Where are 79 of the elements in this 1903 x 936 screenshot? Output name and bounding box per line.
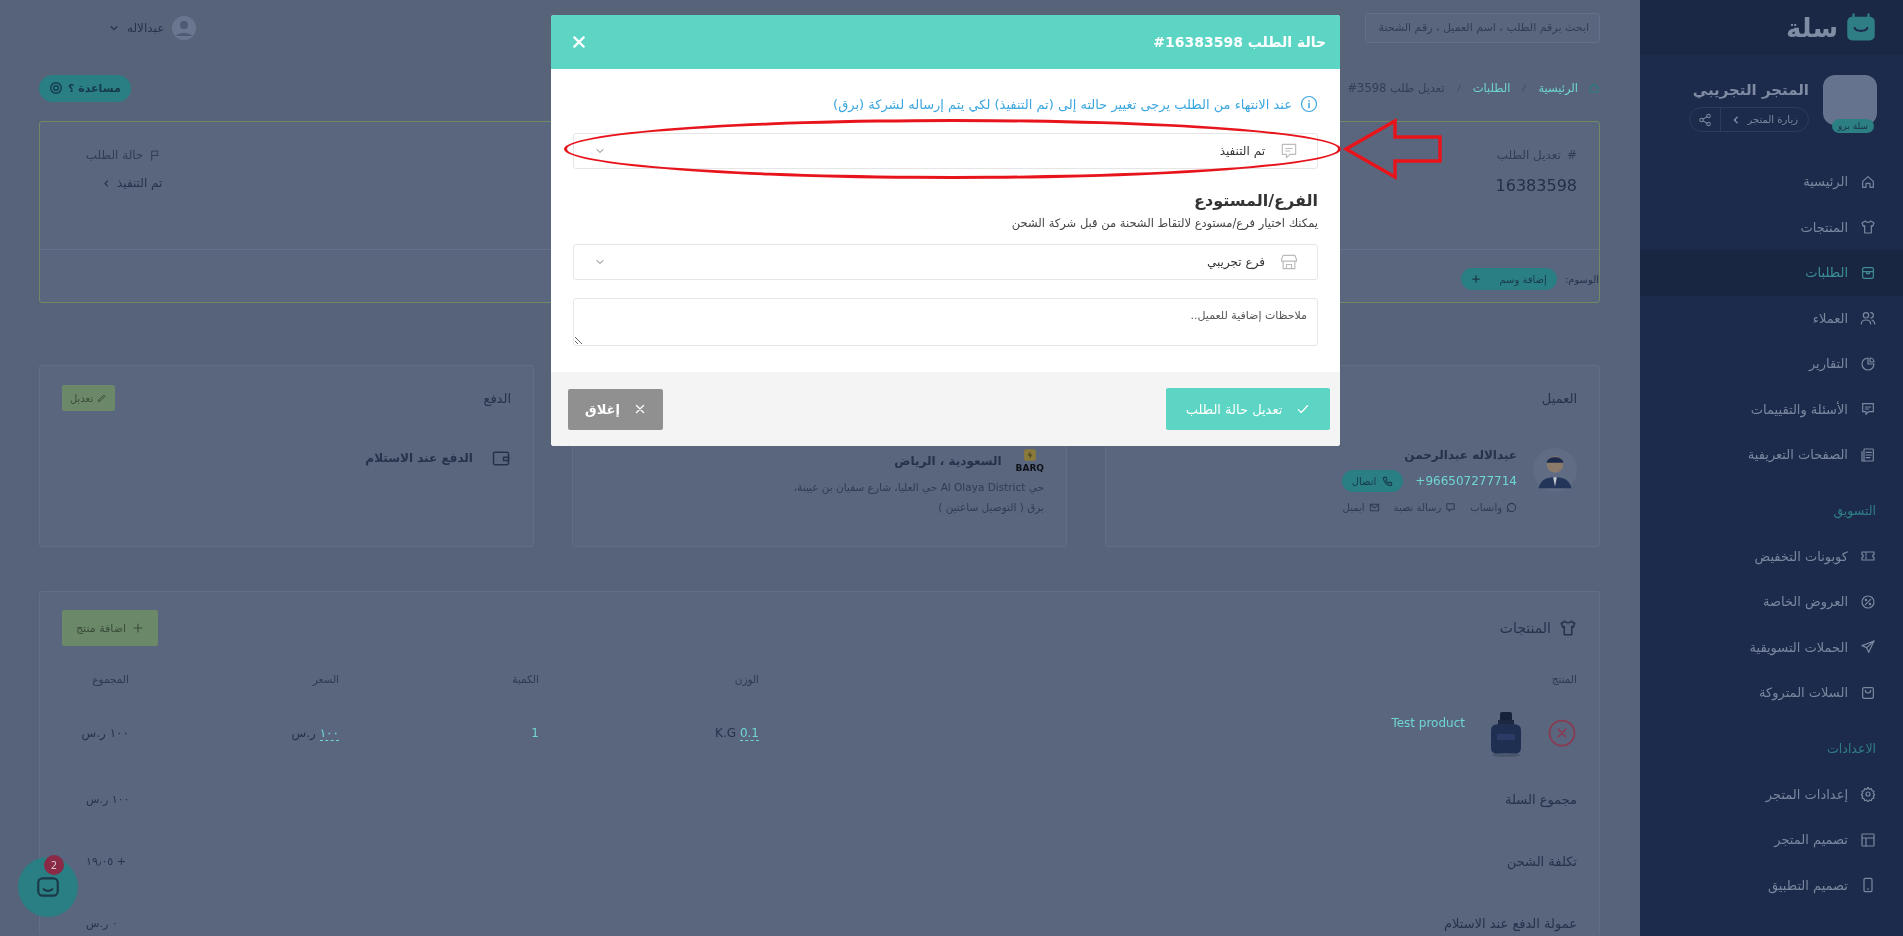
shirt-icon	[1860, 219, 1876, 236]
shirt-icon	[1559, 619, 1577, 637]
edit-button[interactable]: تعديل	[62, 385, 116, 411]
nav-item[interactable]: تصميم المتجر	[1640, 817, 1903, 863]
wallet-icon	[491, 448, 511, 468]
pencil-icon	[97, 393, 108, 403]
phone-link[interactable]: +966507277714	[1415, 474, 1517, 488]
close-icon	[633, 403, 646, 415]
discount-icon	[1860, 593, 1876, 610]
store-icon	[1279, 252, 1299, 272]
quantity-value[interactable]: 1	[531, 726, 539, 740]
nav-item[interactable]: السلات المتروكة	[1640, 670, 1903, 716]
users-icon	[1860, 310, 1876, 327]
breadcrumb-link[interactable]: الطلبات	[1472, 81, 1511, 95]
phone-icon	[1860, 877, 1876, 894]
notice-text: عند الانتهاء من الطلب يرجى تغيير حالته إلى (تم التنفيذ) لكي يتم إرساله لشركة (برق)	[833, 96, 1292, 112]
box-icon	[1860, 264, 1876, 281]
lifebuoy-icon	[49, 81, 63, 95]
nav-item[interactable]: كوبونات التخفيض	[1640, 533, 1903, 579]
visit-store-link[interactable]: زيارة المتجر	[1720, 108, 1808, 131]
nav-item[interactable]: تصميم التطبيق	[1640, 862, 1903, 908]
add-tag-button[interactable]: إضافة وسم	[1461, 268, 1557, 290]
message-icon	[1279, 141, 1299, 161]
share-icon[interactable]	[1698, 112, 1713, 127]
chevron-icon	[102, 178, 111, 188]
envelope-icon	[1368, 502, 1380, 513]
pie-chart-icon	[1860, 355, 1876, 372]
plus-icon	[132, 622, 145, 634]
order-number: 16383598	[1495, 176, 1577, 195]
chat-icon	[1860, 401, 1876, 418]
product-name-link[interactable]: Test product	[1391, 716, 1465, 730]
nav-section-title: الاعدادات	[1826, 740, 1877, 758]
close-button[interactable]: إغلاق	[568, 388, 663, 430]
message-icon	[1445, 502, 1457, 513]
plus-icon	[1471, 274, 1482, 284]
nav-item[interactable]: الصفحات التعريفية	[1640, 432, 1903, 478]
home-icon	[1588, 82, 1600, 94]
home-icon	[1860, 173, 1876, 190]
logo-text: سلة	[1786, 12, 1838, 43]
nav-item[interactable]: العملاء	[1640, 295, 1903, 341]
person-icon	[1533, 448, 1577, 492]
logo-icon	[1846, 12, 1876, 43]
nav-item[interactable]: إعدادات المتجر	[1640, 771, 1903, 817]
avatar-icon	[172, 15, 197, 40]
nav-section-title: التسويق	[1832, 502, 1877, 521]
nav-item[interactable]: المنتجات	[1640, 204, 1903, 250]
section-heading: الفرع/المستودع	[1193, 191, 1318, 210]
close-icon[interactable]	[571, 34, 587, 50]
check-icon	[1296, 402, 1311, 416]
nav-item[interactable]: الرئيسية	[1640, 159, 1903, 205]
weight-value[interactable]: 0.1	[739, 726, 759, 741]
price-value[interactable]: ١٠٠	[319, 726, 339, 741]
nav-item[interactable]: العروض الخاصة	[1640, 579, 1903, 625]
breadcrumb-link[interactable]: الرئيسية	[1538, 81, 1578, 95]
call-button[interactable]: اتصال	[1341, 470, 1404, 492]
nav-item[interactable]: الطلبات	[1640, 250, 1903, 296]
nav-item[interactable]: الحملات التسويقية	[1640, 624, 1903, 670]
status-select[interactable]: تم التنفيذ	[573, 133, 1318, 169]
dialog-title: حالة الطلب 16383598#	[1153, 34, 1326, 50]
send-icon	[1860, 639, 1876, 656]
store-name: المتجر التجريبي	[1691, 81, 1809, 99]
whatsapp-icon	[1506, 502, 1517, 513]
notes-field[interactable]: ملاحظات إضافية للعميل..	[573, 298, 1318, 346]
phone-icon	[1382, 475, 1394, 487]
carrier-logo: BARQ	[1015, 448, 1044, 473]
branch-select[interactable]: فرع تجريبي	[573, 244, 1318, 280]
help-button[interactable]: مساعدة ؟	[39, 74, 131, 102]
add-product-button[interactable]: اضافة منتج	[62, 610, 159, 646]
cart-icon	[1860, 684, 1876, 701]
chat-icon	[35, 874, 61, 900]
nav-item[interactable]: التقارير	[1640, 341, 1903, 387]
nav-item[interactable]: الأسئلة والتقييمات	[1640, 386, 1903, 432]
info-icon	[1300, 95, 1318, 113]
plan-badge: سلة برو	[1831, 119, 1874, 133]
layout-icon	[1860, 831, 1876, 848]
document-icon	[1860, 446, 1876, 463]
hint-text: يمكنك اختيار فرع/مستودع لالتقاط الشحنة من قبل شركة الشحن	[1010, 216, 1318, 230]
gear-icon	[1860, 786, 1876, 803]
hash-sign: #	[1566, 148, 1577, 162]
